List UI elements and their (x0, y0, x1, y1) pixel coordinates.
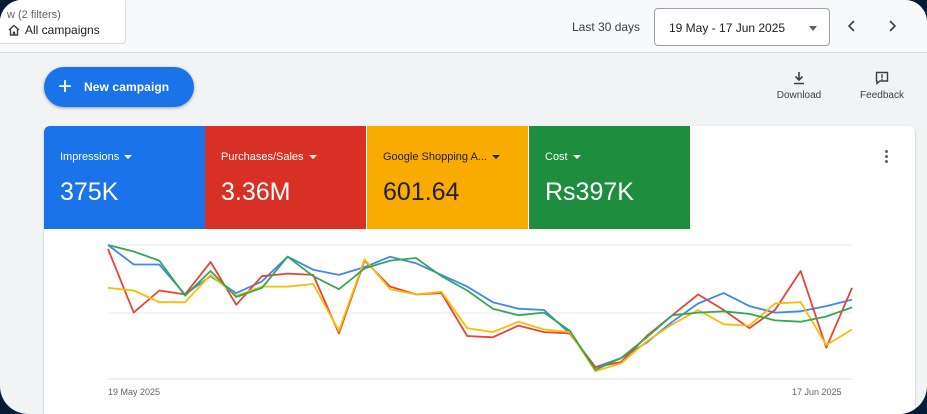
chevron-left-icon (847, 20, 855, 32)
filter-label: All campaigns (25, 23, 100, 37)
metric-label: Impressions (60, 151, 133, 163)
new-campaign-button[interactable]: + New campaign (44, 67, 194, 107)
top-bar: w (2 filters) All campaigns Last 30 days… (0, 0, 927, 53)
caret-down-icon (491, 155, 500, 159)
date-range-picker[interactable]: 19 May - 17 Jun 2025 (654, 8, 830, 46)
chevron-right-icon (889, 20, 897, 32)
performance-card: Impressions 375K Purchases/Sales 3.36M G… (44, 126, 915, 414)
more-options-icon[interactable] (885, 150, 889, 165)
previous-period-button[interactable] (840, 14, 864, 38)
metric-tile-purchases[interactable]: Purchases/Sales 3.36M (205, 126, 366, 229)
feedback-label: Feedback (860, 90, 904, 101)
campaign-filter[interactable]: w (2 filters) All campaigns (0, 0, 126, 44)
metric-value: 601.64 (383, 178, 460, 206)
metric-value: 3.36M (221, 178, 291, 206)
next-period-button[interactable] (880, 14, 904, 38)
metric-tile-impressions[interactable]: Impressions 375K (44, 126, 205, 229)
metric-value: Rs397K (545, 178, 634, 206)
chevron-down-icon (809, 26, 817, 31)
date-range-value: 19 May - 17 Jun 2025 (669, 21, 786, 35)
feedback-icon (875, 71, 889, 85)
series-line-cost (107, 244, 853, 371)
app-window: w (2 filters) All campaigns Last 30 days… (0, 0, 927, 414)
download-label: Download (776, 90, 822, 101)
home-icon (8, 24, 20, 36)
caret-down-icon (572, 155, 581, 159)
metric-tile-google-shopping[interactable]: Google Shopping A... 601.64 (367, 126, 528, 229)
performance-line-chart (107, 244, 853, 380)
x-axis-start-label: 19 May 2025 (108, 387, 161, 397)
x-axis-end-label: 17 Jun 2025 (792, 387, 842, 397)
metric-label: Cost (545, 151, 581, 163)
date-range-label: Last 30 days (572, 20, 641, 34)
download-button[interactable]: Download (770, 70, 828, 101)
caret-down-icon (124, 155, 133, 159)
series-line-purchases-sales (107, 248, 853, 369)
filter-hint: w (2 filters) (7, 9, 61, 21)
caret-down-icon (308, 155, 317, 159)
metric-label: Google Shopping A... (383, 151, 500, 163)
new-campaign-label: New campaign (84, 80, 170, 94)
feedback-button[interactable]: Feedback (853, 70, 911, 101)
metric-tile-cost[interactable]: Cost Rs397K (529, 126, 690, 229)
filter-selection: All campaigns (7, 23, 100, 37)
plus-icon: + (58, 73, 73, 100)
series-line-impressions (107, 244, 853, 369)
metric-label: Purchases/Sales (221, 151, 317, 163)
download-icon (794, 72, 804, 85)
metric-value: 375K (60, 178, 119, 206)
